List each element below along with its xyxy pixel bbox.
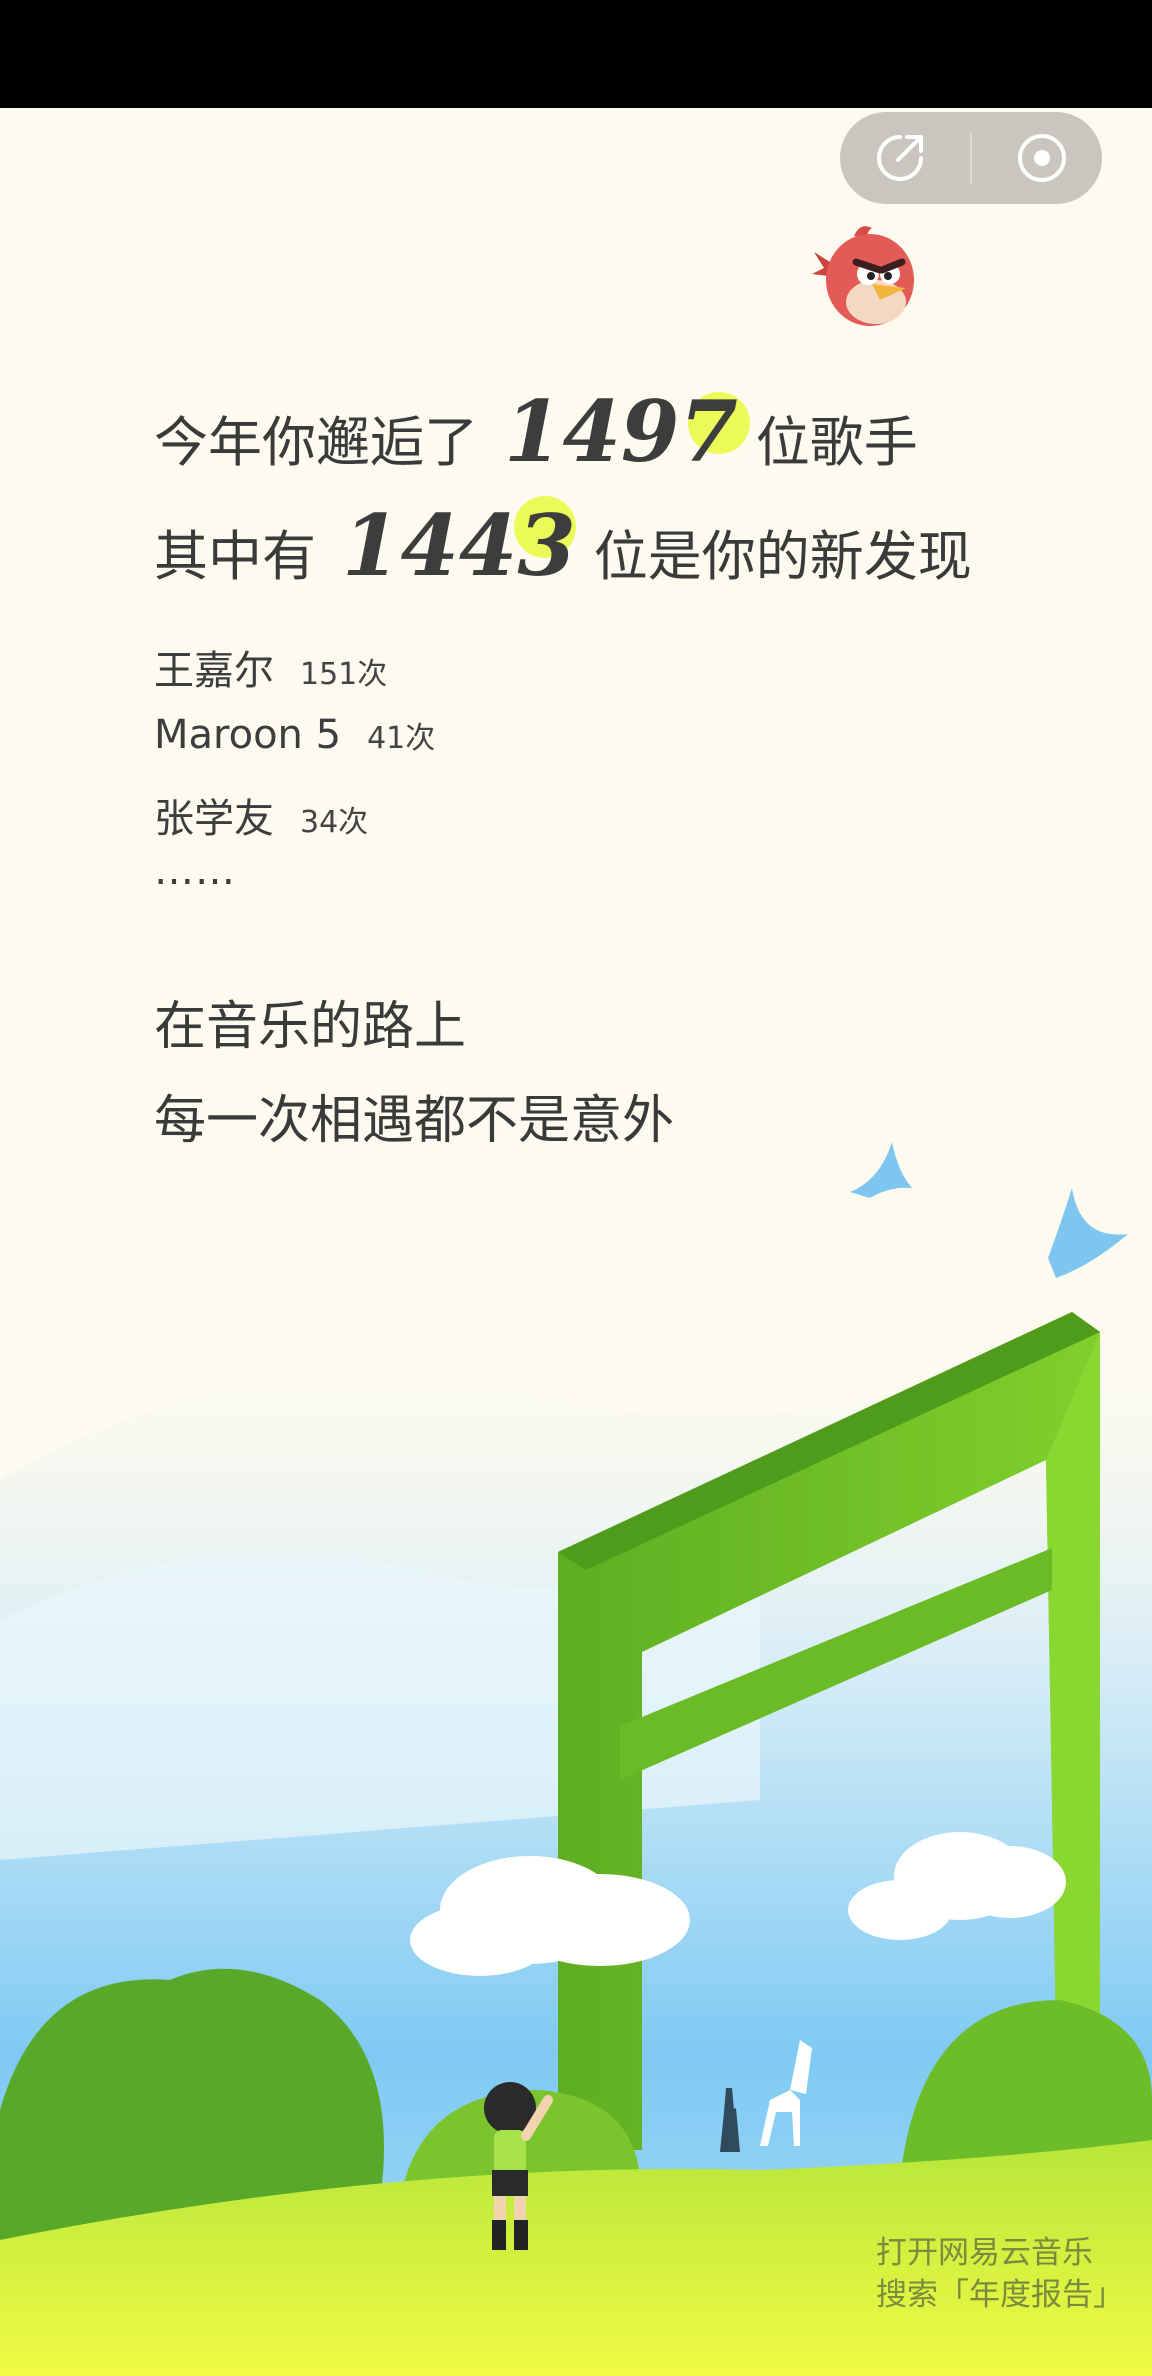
capsule-divider — [970, 132, 972, 184]
illustration-scene — [0, 1142, 1152, 2376]
artist-play-count: 41次 — [367, 721, 436, 756]
slogan-line-1: 在音乐的路上 — [154, 997, 467, 1057]
artist-name: Maroon 5 — [154, 712, 342, 758]
singers-count: 1497 — [504, 382, 750, 481]
artist-row: 王嘉尔 151次 — [154, 638, 387, 696]
artist-name: 张学友 — [154, 796, 274, 842]
singers-count-value: 1497 — [504, 382, 738, 481]
footer-line-1: 打开网易云音乐 — [876, 2235, 1093, 2271]
singers-prefix: 今年你邂逅了 — [154, 411, 478, 474]
bird-silhouette-icon — [1048, 1188, 1128, 1278]
footer-note: 打开网易云音乐 搜索「年度报告」 — [876, 2232, 1124, 2316]
singers-suffix: 位歌手 — [755, 411, 918, 474]
target-circle-icon — [1018, 134, 1066, 182]
new-count: 1443 — [342, 496, 576, 595]
artist-row: Maroon 5 41次 — [154, 712, 435, 758]
singers-stat: 今年你邂逅了 1497 位歌手 — [154, 382, 918, 481]
new-count-value: 1443 — [342, 496, 576, 595]
miniapp-capsule — [840, 112, 1102, 204]
share-button[interactable] — [850, 112, 950, 204]
artist-row: 张学友 34次 — [154, 786, 368, 844]
footer-line-2: 搜索「年度报告」 — [876, 2277, 1124, 2313]
artist-play-count: 34次 — [300, 805, 369, 840]
artist-name: 王嘉尔 — [154, 648, 274, 694]
share-arrow-icon — [877, 135, 923, 181]
bird-silhouette-icon — [850, 1142, 912, 1198]
new-suffix: 位是你的新发现 — [593, 525, 972, 588]
red-bird-icon — [812, 226, 914, 326]
more-ellipsis: …… — [154, 848, 236, 894]
new-singers-stat: 其中有 1443 位是你的新发现 — [154, 496, 972, 595]
close-button[interactable] — [992, 112, 1092, 204]
status-bar — [0, 0, 1152, 108]
artist-play-count: 151次 — [300, 657, 388, 692]
new-prefix: 其中有 — [154, 525, 316, 588]
